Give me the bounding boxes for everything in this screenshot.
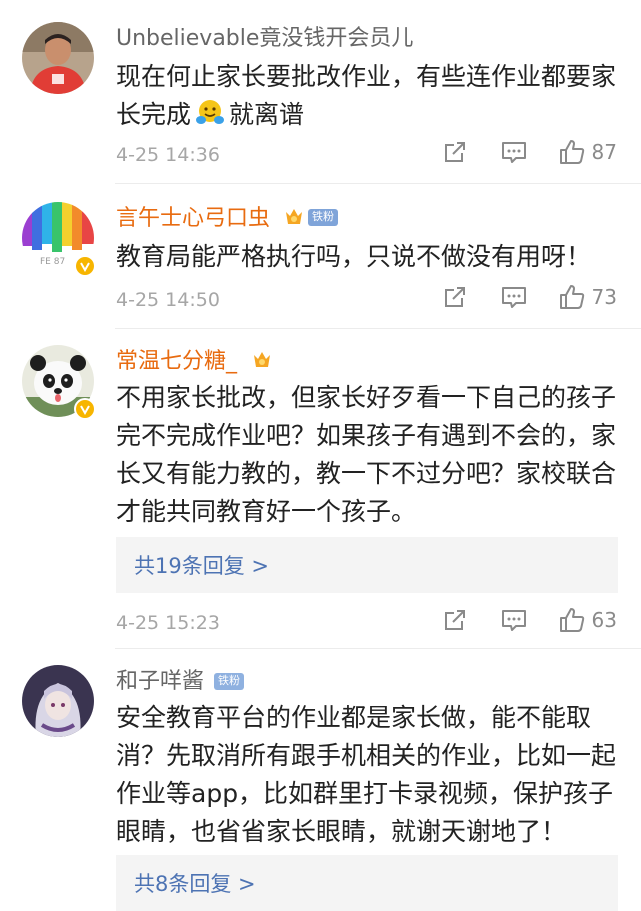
action-bar: 73 bbox=[442, 283, 617, 311]
replies-count: 共19条回复 > bbox=[134, 554, 269, 578]
verified-v-icon bbox=[80, 262, 90, 272]
username[interactable]: 言午士心弓口虫 bbox=[116, 204, 270, 234]
share-icon bbox=[444, 610, 465, 630]
like-button[interactable]: 73 bbox=[558, 283, 617, 311]
verified-badge bbox=[74, 398, 96, 420]
replies-link[interactable]: 共19条回复 > bbox=[116, 537, 618, 593]
action-bar: 87 bbox=[442, 138, 617, 166]
like-count: 63 bbox=[591, 608, 617, 632]
fan-badge: 铁粉 bbox=[308, 208, 338, 226]
comment-text: 不用家长批改，但家长好歹看一下自己的孩子完不完成作业吧？如果孩子有遇到不会的，家… bbox=[116, 383, 617, 526]
avatar[interactable] bbox=[22, 665, 94, 737]
replies-count: 共8条回复 > bbox=[134, 872, 256, 896]
comment-button[interactable] bbox=[500, 139, 528, 165]
thumbs-up-icon bbox=[559, 140, 584, 164]
comment-icon bbox=[501, 287, 526, 308]
replies-link[interactable]: 共8条回复 > bbox=[116, 855, 618, 911]
crown-badge-icon bbox=[286, 209, 302, 224]
comment-button[interactable] bbox=[500, 607, 528, 633]
share-button[interactable] bbox=[442, 284, 468, 310]
user-badges: 铁粉 bbox=[214, 673, 244, 690]
thumbs-up-icon bbox=[559, 608, 584, 632]
comment-text-part: 就离谱 bbox=[229, 100, 305, 129]
like-count: 73 bbox=[591, 285, 617, 309]
username[interactable]: Unbelievable竟没钱开会员儿 bbox=[116, 24, 413, 54]
verified-badge bbox=[74, 255, 96, 277]
verified-v-icon bbox=[80, 405, 90, 415]
comment-text: 现在何止家长要批改作业，有些连作业都要家长完成 就离谱 bbox=[116, 58, 628, 134]
comment-item: 和子咩酱 铁粉 安全教育平台的作业都是家长做，能不能取消？先取消所有跟手机相关的… bbox=[0, 649, 641, 911]
like-count: 87 bbox=[591, 140, 617, 164]
like-button[interactable]: 87 bbox=[558, 138, 617, 166]
hug-emoji bbox=[196, 100, 225, 124]
comment-item: 常温七分糖_ 不用家长批改，但家长好歹看一下自己的孩子完不完成作业吧？如果孩子有… bbox=[0, 329, 641, 649]
comment-icon bbox=[501, 142, 526, 163]
comment-text-part: 现在何止家长要批改作业，有些连作业都要家长完成 bbox=[116, 62, 617, 129]
share-button[interactable] bbox=[442, 139, 468, 165]
timestamp: 4-25 14:50 bbox=[116, 289, 220, 311]
share-icon bbox=[444, 142, 465, 162]
crown-badge-icon bbox=[254, 352, 270, 367]
user-badges: 铁粉 bbox=[284, 206, 338, 228]
like-button[interactable]: 63 bbox=[558, 606, 617, 634]
thumbs-up-icon bbox=[559, 285, 584, 309]
timestamp: 4-25 14:36 bbox=[116, 144, 220, 166]
user-badges bbox=[252, 349, 272, 371]
comment-text: 教育局能严格执行吗，只说不做没有用呀！ bbox=[116, 242, 592, 271]
comment-icon bbox=[501, 610, 526, 631]
avatar[interactable] bbox=[22, 22, 94, 94]
comment-text: 安全教育平台的作业都是家长做，能不能取消？先取消所有跟手机相关的作业，比如一起作… bbox=[116, 703, 617, 846]
comment-item: Unbelievable竟没钱开会员儿 现在何止家长要批改作业，有些连作业都要家… bbox=[0, 0, 641, 184]
action-bar: 63 bbox=[442, 606, 617, 634]
svg-text:FE 87: FE 87 bbox=[40, 257, 65, 267]
timestamp: 4-25 15:23 bbox=[116, 612, 220, 634]
comment-item: FE 87 言午士心弓口虫 铁粉 教育局能严格执行吗，只说不做没有用呀！ 4-2… bbox=[0, 184, 641, 329]
comment-button[interactable] bbox=[500, 284, 528, 310]
share-button[interactable] bbox=[442, 607, 468, 633]
username[interactable]: 和子咩酱 bbox=[116, 667, 204, 697]
username[interactable]: 常温七分糖_ bbox=[116, 347, 237, 377]
fan-badge: 铁粉 bbox=[214, 673, 244, 690]
share-icon bbox=[444, 287, 465, 307]
